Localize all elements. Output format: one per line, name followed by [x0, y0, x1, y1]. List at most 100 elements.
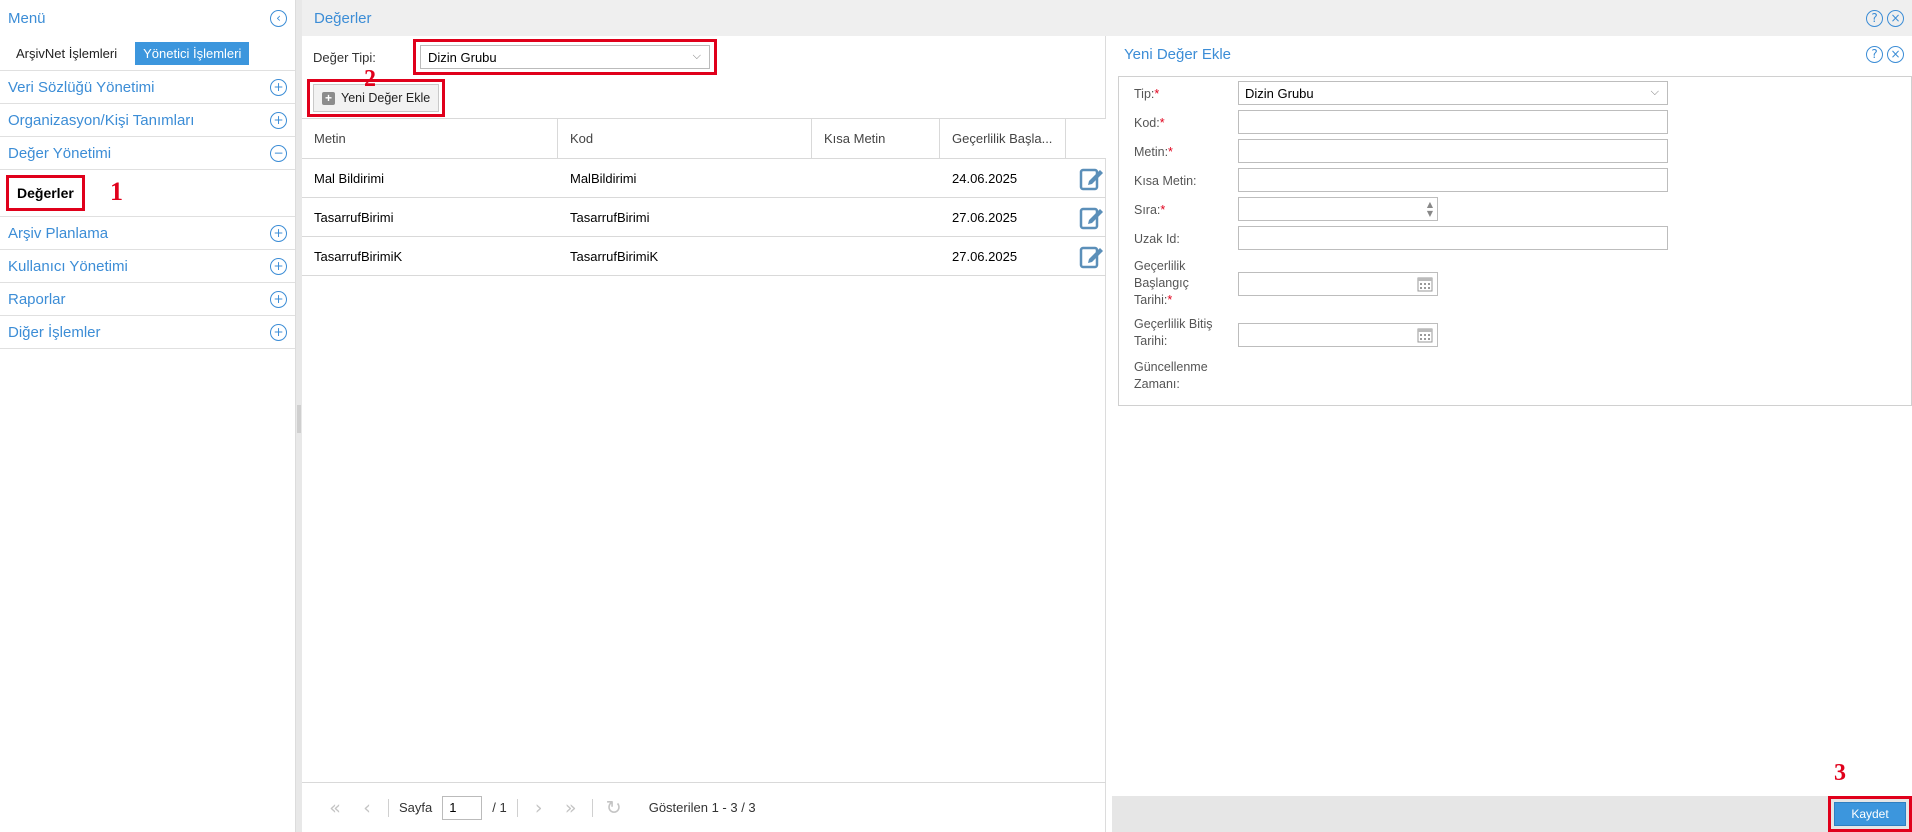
help-icon[interactable]: ?: [1866, 9, 1883, 27]
menu-item-label: Kullanıcı Yönetimi: [8, 257, 128, 275]
baslangic-date-input[interactable]: [1238, 272, 1438, 296]
kod-input[interactable]: [1238, 110, 1668, 134]
menu-item-label: Arşiv Planlama: [8, 224, 109, 242]
tip-selected: Dizin Grubu: [1245, 85, 1314, 101]
expand-icon[interactable]: +: [270, 78, 287, 96]
menu-item-diger-islemler[interactable]: Diğer İşlemler +: [0, 316, 295, 349]
menu-title: Menü: [8, 9, 46, 27]
tab-yonetici-islemleri[interactable]: Yönetici İşlemleri: [135, 41, 250, 65]
form-header: Yeni Değer Ekle ? ×: [1112, 36, 1912, 72]
cell-metin: TasarrufBirimi: [314, 209, 394, 225]
calendar-icon[interactable]: [1417, 276, 1433, 292]
add-value-form: Tip:* Dizin Grubu ⌵ Kod:* Metin:* Kısa M…: [1118, 76, 1912, 406]
divider: [388, 798, 389, 817]
table-row[interactable]: Mal Bildirimi MalBildirimi 24.06.2025: [302, 159, 1106, 198]
expand-icon[interactable]: +: [270, 111, 287, 129]
column-header-actions: [1066, 119, 1106, 158]
menu-item-veri-sozlugu[interactable]: Veri Sözlüğü Yönetimi +: [0, 71, 295, 104]
pagination-bar: « ‹ Sayfa / 1 › » ↻ Gösterilen 1 - 3 / 3: [302, 782, 1106, 832]
menu-item-label: Organizasyon/Kişi Tanımları: [8, 111, 195, 129]
table-row[interactable]: TasarrufBirimi TasarrufBirimi 27.06.2025: [302, 198, 1106, 237]
row-actions: [1066, 198, 1106, 236]
collapse-menu-icon[interactable]: ‹: [270, 9, 287, 27]
column-header-metin[interactable]: Metin: [302, 119, 558, 158]
step-marker-2: 2: [364, 66, 376, 92]
calendar-icon[interactable]: [1417, 327, 1433, 343]
highlight-frame: + Yeni Değer Ekle: [307, 79, 446, 117]
add-value-label: Yeni Değer Ekle: [341, 91, 431, 105]
chevron-down-icon: ⌵: [692, 49, 701, 62]
field-label-metin: Metin:*: [1134, 145, 1173, 159]
highlight-frame: Dizin Grubu ⌵: [413, 39, 717, 75]
field-label-guncellenme: Güncellenme Zamanı:: [1134, 360, 1208, 391]
sira-stepper[interactable]: ▲ ▼: [1238, 197, 1438, 221]
cell-kod: TasarrufBirimiK: [570, 248, 659, 264]
metin-input[interactable]: [1238, 139, 1668, 163]
tab-arsivnet-islemleri[interactable]: ArşivNet İşlemleri: [8, 42, 125, 65]
plus-icon: +: [322, 91, 335, 105]
column-header-kod[interactable]: Kod: [558, 119, 812, 158]
refresh-icon[interactable]: ↻: [603, 797, 625, 819]
save-button[interactable]: Kaydet: [1834, 802, 1906, 826]
step-marker-3: 3: [1834, 760, 1846, 786]
menu-item-label: Diğer İşlemler: [8, 323, 101, 341]
edit-icon[interactable]: [1078, 164, 1106, 192]
value-type-label: Değer Tipi:: [313, 49, 376, 65]
menu-item-kullanici-yonetimi[interactable]: Kullanıcı Yönetimi +: [0, 250, 295, 283]
step-marker-1: 1: [110, 177, 123, 206]
left-menu-panel: Menü ‹ ArşivNet İşlemleri Yönetici İşlem…: [0, 0, 296, 832]
edit-icon[interactable]: [1078, 242, 1106, 270]
menu-item-deger-yonetimi[interactable]: Değer Yönetimi −: [0, 137, 295, 170]
field-label-uzak-id: Uzak Id:: [1134, 232, 1180, 246]
submenu-degerler-row: Değerler: [0, 170, 295, 217]
expand-icon[interactable]: +: [270, 257, 287, 275]
page-total: / 1: [492, 800, 507, 815]
close-icon[interactable]: ×: [1887, 45, 1904, 63]
close-icon[interactable]: ×: [1887, 9, 1904, 27]
cell-kisa-metin: [812, 198, 940, 236]
splitter-grip[interactable]: [297, 405, 301, 433]
first-page-icon[interactable]: «: [324, 797, 346, 819]
column-header-gecerlilik[interactable]: Geçerlilik Başla...: [940, 119, 1066, 158]
bitis-date-input[interactable]: [1238, 323, 1438, 347]
chevron-down-icon: ⌵: [1650, 85, 1659, 98]
value-type-select[interactable]: Dizin Grubu ⌵: [420, 45, 710, 69]
expand-icon[interactable]: +: [270, 290, 287, 308]
collapse-icon[interactable]: −: [270, 144, 287, 162]
expand-icon[interactable]: +: [270, 224, 287, 242]
page-label: Sayfa: [399, 800, 433, 815]
prev-page-icon[interactable]: ‹: [356, 797, 378, 819]
value-type-selected: Dizin Grubu: [428, 49, 497, 65]
menu-item-organizasyon[interactable]: Organizasyon/Kişi Tanımları +: [0, 104, 295, 137]
table-row[interactable]: TasarrufBirimiK TasarrufBirimiK 27.06.20…: [302, 237, 1106, 276]
kisa-metin-input[interactable]: [1238, 168, 1668, 192]
table-header: Metin Kod Kısa Metin Geçerlilik Başla...: [302, 118, 1106, 159]
menu-item-raporlar[interactable]: Raporlar +: [0, 283, 295, 316]
menu-item-label: Raporlar: [8, 290, 66, 308]
menu-item-label: Değer Yönetimi: [8, 144, 112, 162]
divider: [591, 798, 593, 817]
field-label-baslangic-tarihi: Geçerlilik Başlangıç Tarihi:*: [1134, 259, 1189, 307]
add-value-button[interactable]: + Yeni Değer Ekle: [313, 84, 440, 112]
cell-tarih: 24.06.2025: [952, 170, 1018, 186]
highlight-frame: Kaydet: [1828, 796, 1912, 832]
menu-item-arsiv-planlama[interactable]: Arşiv Planlama +: [0, 217, 295, 250]
uzak-id-input[interactable]: [1238, 226, 1668, 250]
form-title: Yeni Değer Ekle: [1124, 45, 1232, 63]
page-number-input[interactable]: [442, 795, 483, 820]
edit-icon[interactable]: [1078, 203, 1106, 231]
field-label-kisa-metin: Kısa Metin:: [1134, 174, 1197, 188]
tip-select[interactable]: Dizin Grubu ⌵: [1238, 81, 1668, 105]
field-label-tip: Tip:*: [1134, 87, 1160, 101]
expand-icon[interactable]: +: [270, 323, 287, 341]
next-page-icon[interactable]: ›: [528, 797, 550, 819]
submenu-item-degerler[interactable]: Değerler: [6, 175, 85, 211]
row-actions: [1066, 159, 1106, 197]
column-header-kisa-metin[interactable]: Kısa Metin: [812, 119, 940, 158]
stepper-arrows-icon[interactable]: ▲ ▼: [1427, 200, 1433, 218]
last-page-icon[interactable]: »: [560, 797, 582, 819]
divider: [516, 798, 518, 817]
cell-metin: TasarrufBirimiK: [314, 248, 403, 264]
cell-tarih: 27.06.2025: [952, 209, 1018, 225]
help-icon[interactable]: ?: [1866, 45, 1883, 63]
